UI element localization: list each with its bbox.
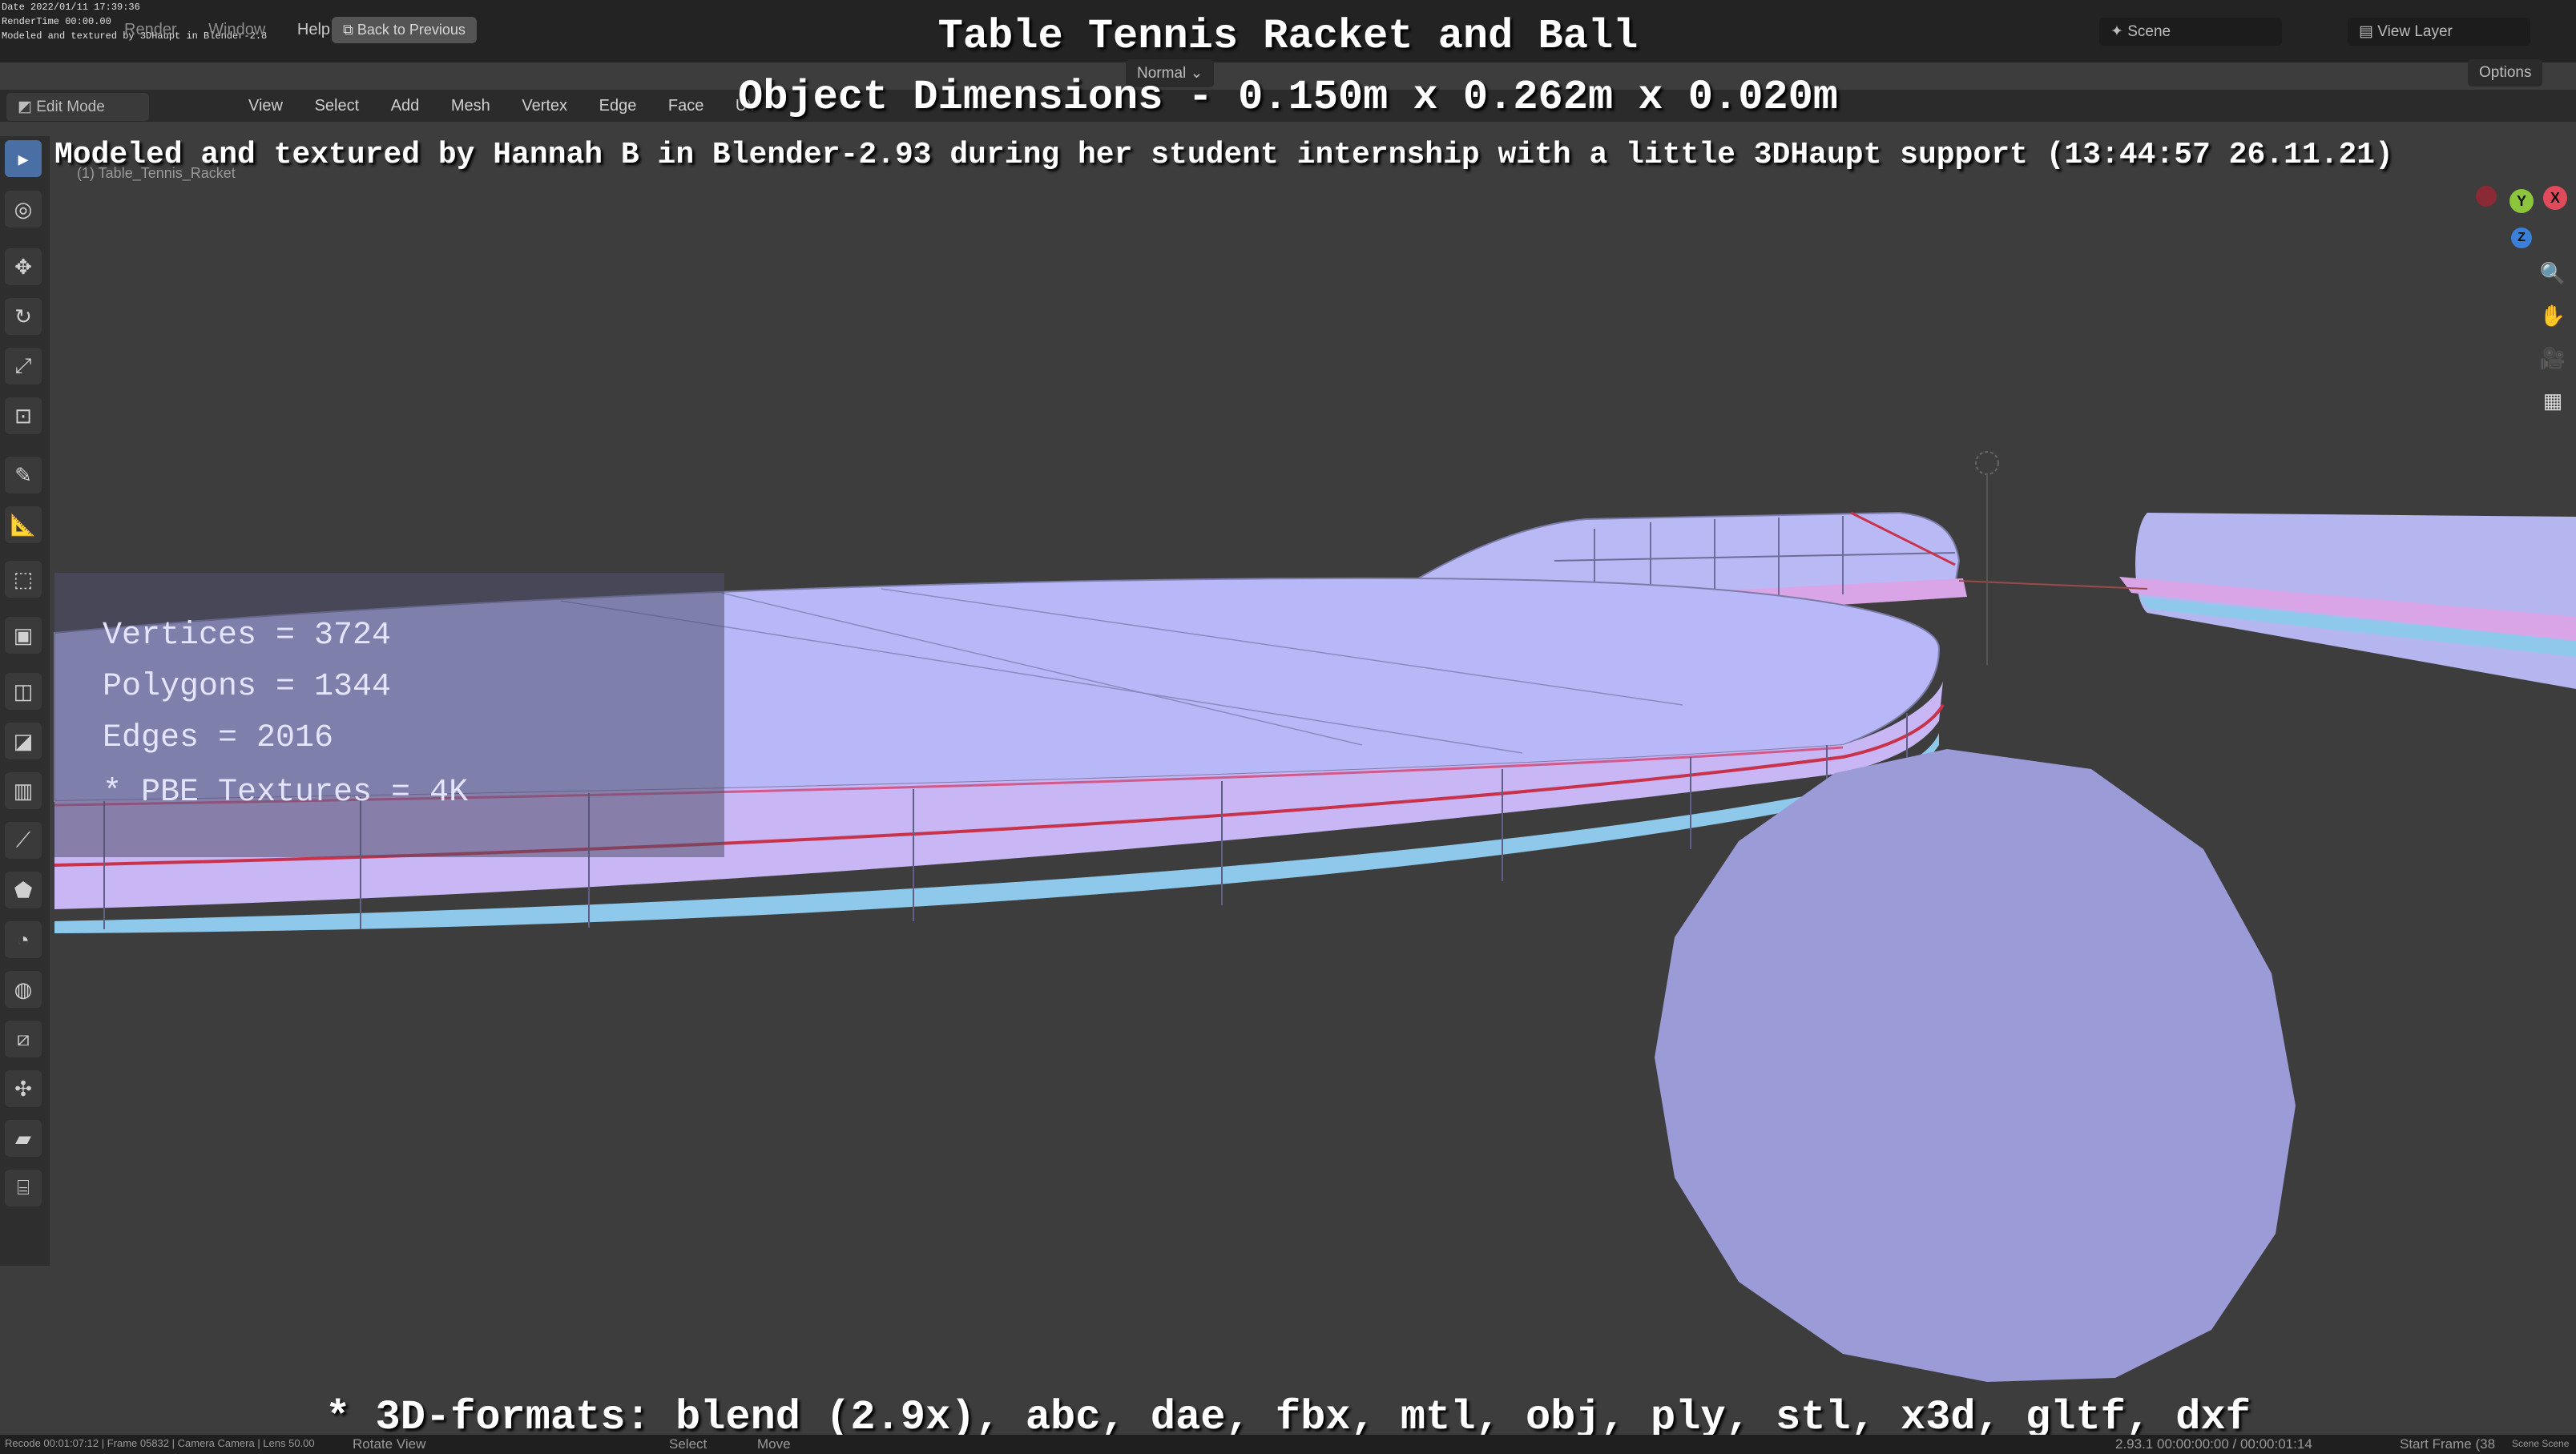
extrude-icon[interactable]: ▣ [5,617,42,654]
status-scene: Scene Scene [2512,1438,2570,1449]
rotate-icon[interactable]: ↻ [5,298,42,335]
bevel-icon[interactable]: ◪ [5,723,42,759]
select-box-icon[interactable]: ▸ [5,140,42,177]
stat-textures: * PBE Textures = 4K [103,775,469,811]
page-title: Table Tennis Racket and Ball [937,13,1639,60]
stat-polygons: Polygons = 1344 [103,669,392,705]
credit-line: Modeled and textured by Hannah B in Blen… [54,138,2393,172]
status-rotate: Rotate View [353,1436,426,1452]
grid-icon[interactable]: ▦ [2538,385,2568,416]
poly-build-icon[interactable]: ⬟ [5,872,42,908]
status-move: Move [757,1436,791,1452]
move-icon[interactable]: ✥ [5,248,42,285]
measure-icon[interactable]: 📐 [5,506,42,543]
scale-icon[interactable]: ⤢ [5,348,42,385]
status-left: Recode 00:01:07:12 | Frame 05832 | Camer… [5,1437,315,1449]
hand-icon[interactable]: ✋ [2538,300,2568,331]
object-dimensions: Object Dimensions - 0.150m x 0.262m x 0.… [737,74,1839,121]
gizmo-y-axis[interactable]: Y [2509,189,2534,213]
annotate-icon[interactable]: ✎ [5,457,42,493]
status-frames: 2.93.1 00:00:00:00 / 00:00:01:14 [2115,1436,2312,1452]
edge-slide-icon[interactable]: ⧄ [5,1021,42,1057]
shrink-icon[interactable]: ✣ [5,1070,42,1107]
zoom-icon[interactable]: 🔍 [2538,258,2568,288]
table-tennis-ball [1655,749,2296,1382]
status-select: Select [669,1436,707,1452]
inset-icon[interactable]: ◫ [5,673,42,710]
stat-edges: Edges = 2016 [103,720,334,756]
knife-icon[interactable]: ⟋ [5,822,42,859]
status-start-frame: Start Frame (38 [2400,1436,2496,1452]
render-date: Date 2022/01/11 17:39:36 [2,2,140,13]
add-cube-icon[interactable]: ⬚ [5,561,42,598]
camera-icon[interactable]: 🎥 [2538,343,2568,373]
shear-icon[interactable]: ▰ [5,1120,42,1157]
spin-icon[interactable]: ◔ [5,921,42,958]
smooth-icon[interactable]: ◍ [5,971,42,1008]
gizmo-x-axis[interactable]: X [2543,186,2567,210]
stats-panel: Vertices = 3724 Polygons = 1344 Edges = … [54,573,724,857]
status-bar: Recode 00:01:07:12 | Frame 05832 | Camer… [0,1435,2576,1454]
rip-icon[interactable]: ⌸ [5,1170,42,1206]
gizmo-z-axis[interactable]: Z [2511,228,2532,248]
loop-cut-icon[interactable]: ▥ [5,772,42,809]
transform-icon[interactable]: ⊡ [5,397,42,434]
navigation-gizmo[interactable]: Y X Z [2476,183,2567,255]
stat-vertices: Vertices = 3724 [103,618,392,654]
gizmo-neg-x[interactable] [2476,186,2497,207]
cursor-icon[interactable]: ◎ [5,191,42,228]
